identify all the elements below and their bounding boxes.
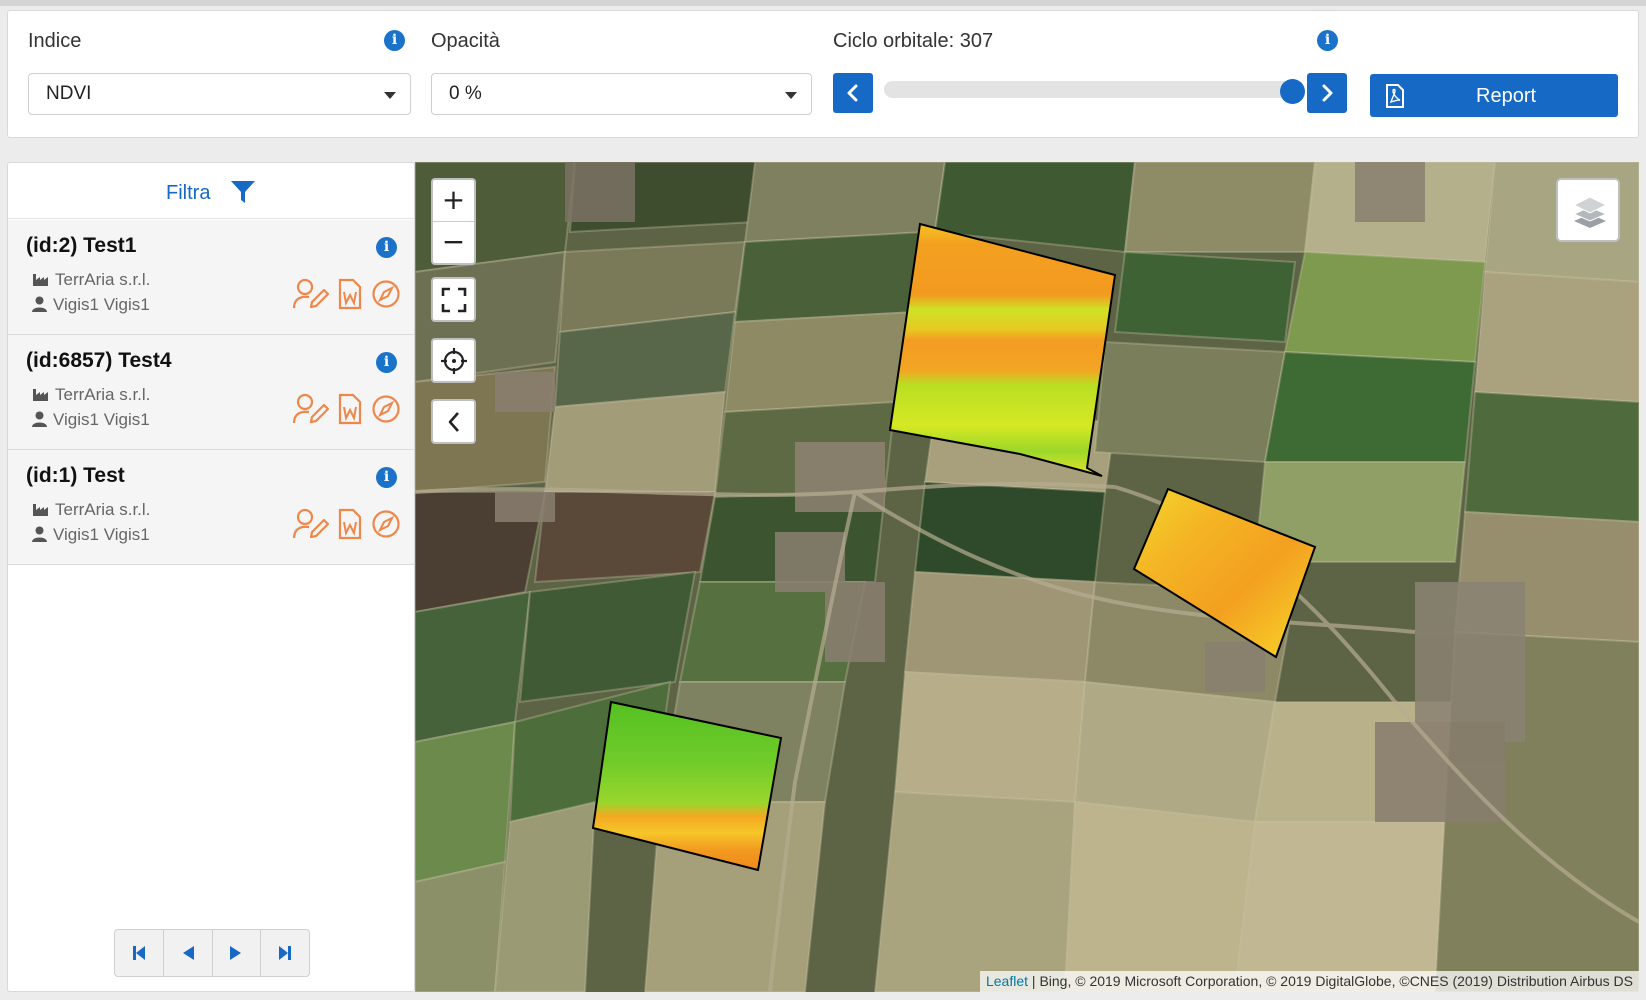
collapse-panel-button[interactable]	[431, 399, 476, 444]
fields-panel: Filtra (id:2) Test1 i TerrAria s.r.l. Vi…	[7, 162, 415, 992]
indice-label: Indice	[28, 30, 82, 52]
zoom-control: + −	[431, 178, 476, 265]
first-page-icon	[132, 946, 145, 960]
crosshair-icon	[440, 347, 467, 374]
chevron-left-icon	[847, 84, 858, 102]
map-attribution: Leaflet | Bing, © 2019 Microsoft Corpora…	[979, 971, 1639, 992]
report-button-label: Report	[1476, 85, 1537, 107]
item-user: Vigis1 Vigis1	[32, 295, 150, 315]
chevron-left-icon	[448, 411, 459, 432]
leaflet-link[interactable]: Leaflet	[986, 973, 1028, 989]
indice-select[interactable]: NDVI	[28, 73, 411, 115]
filter-label: Filtra	[166, 182, 211, 204]
item-actions	[293, 278, 403, 312]
item-user: Vigis1 Vigis1	[32, 410, 150, 430]
next-cycle-button[interactable]	[1307, 73, 1347, 113]
item-title: (id:1) Test	[26, 464, 125, 487]
edit-user-icon[interactable]	[293, 393, 331, 425]
user-icon	[32, 526, 47, 542]
locate-button[interactable]	[431, 338, 476, 383]
layers-icon	[1572, 196, 1608, 228]
layers-button[interactable]	[1556, 178, 1620, 242]
compass-icon[interactable]	[371, 508, 401, 540]
indice-info-icon[interactable]: i	[384, 30, 405, 51]
item-info-icon[interactable]: i	[376, 352, 397, 373]
attribution-text: | Bing, © 2019 Microsoft Corporation, © …	[1028, 973, 1633, 989]
list-item[interactable]: (id:6857) Test4 i TerrAria s.r.l. Vigis1…	[8, 335, 414, 450]
item-company: TerrAria s.r.l.	[32, 500, 150, 520]
first-page-button[interactable]	[115, 930, 164, 976]
last-page-button[interactable]	[261, 930, 309, 976]
chevron-down-icon	[785, 92, 797, 99]
user-icon	[32, 411, 47, 427]
item-company: TerrAria s.r.l.	[32, 270, 150, 290]
item-actions	[293, 393, 403, 427]
word-document-icon[interactable]	[338, 393, 362, 425]
report-button[interactable]: Report	[1370, 74, 1618, 117]
word-document-icon[interactable]	[338, 508, 362, 540]
orbital-cycle-slider-handle[interactable]	[1280, 79, 1305, 104]
edit-user-icon[interactable]	[293, 508, 331, 540]
user-icon	[32, 296, 47, 312]
previous-page-icon	[182, 946, 194, 960]
fullscreen-icon	[441, 287, 466, 312]
next-page-icon	[230, 946, 242, 960]
item-user: Vigis1 Vigis1	[32, 525, 150, 545]
item-actions	[293, 508, 403, 542]
list-item[interactable]: (id:1) Test i TerrAria s.r.l. Vigis1 Vig…	[8, 450, 414, 565]
compass-icon[interactable]	[371, 278, 401, 310]
compass-icon[interactable]	[371, 393, 401, 425]
next-page-button[interactable]	[213, 930, 262, 976]
word-document-icon[interactable]	[338, 278, 362, 310]
last-page-icon	[279, 946, 292, 960]
item-title: (id:6857) Test4	[26, 349, 172, 372]
pagination	[114, 929, 310, 977]
pdf-file-icon	[1386, 84, 1404, 108]
opacita-label: Opacità	[431, 30, 500, 52]
factory-icon	[33, 504, 48, 516]
orbital-cycle-slider[interactable]	[884, 81, 1294, 98]
item-title: (id:2) Test1	[26, 234, 137, 257]
factory-icon	[33, 274, 48, 286]
opacita-select[interactable]: 0 %	[431, 73, 812, 115]
edit-user-icon[interactable]	[293, 278, 331, 310]
previous-page-button[interactable]	[164, 930, 213, 976]
ciclo-info-icon[interactable]: i	[1317, 30, 1338, 51]
item-info-icon[interactable]: i	[376, 467, 397, 488]
factory-icon	[33, 389, 48, 401]
indice-select-value: NDVI	[46, 83, 92, 104]
filter-button[interactable]: Filtra	[8, 163, 414, 219]
item-company: TerrAria s.r.l.	[32, 385, 150, 405]
filter-icon	[231, 181, 255, 203]
zoom-out-button[interactable]: −	[433, 222, 474, 264]
chevron-down-icon	[384, 92, 396, 99]
fullscreen-button[interactable]	[431, 277, 476, 322]
list-item[interactable]: (id:2) Test1 i TerrAria s.r.l. Vigis1 Vi…	[8, 220, 414, 335]
zoom-in-button[interactable]: +	[433, 180, 474, 222]
satellite-imagery	[415, 162, 1639, 992]
chevron-right-icon	[1322, 84, 1333, 102]
opacita-select-value: 0 %	[449, 83, 482, 104]
map-view[interactable]: + − Leaflet | Bing, © 2019 Microsoft Cor…	[415, 162, 1639, 992]
ciclo-orbitale-label: Ciclo orbitale: 307	[833, 30, 994, 52]
previous-cycle-button[interactable]	[833, 73, 873, 113]
item-info-icon[interactable]: i	[376, 237, 397, 258]
top-border	[0, 0, 1646, 6]
